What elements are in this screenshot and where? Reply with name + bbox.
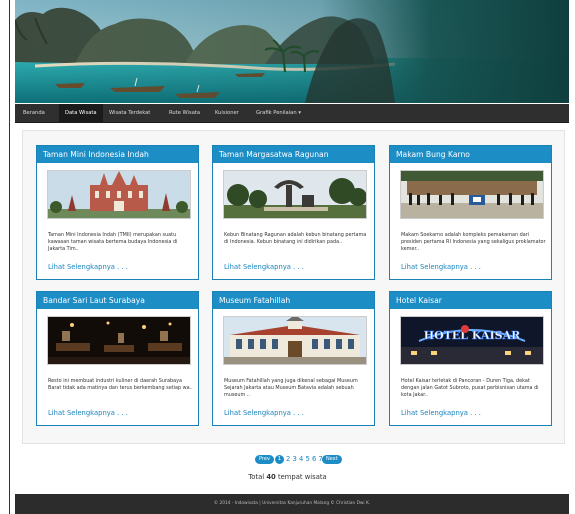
- card-description: Makam Soekarno adalah kompleks pemakaman…: [401, 232, 546, 253]
- read-more-link[interactable]: Lihat Selengkapnya . . .: [401, 409, 481, 417]
- card-description: Resto ini membuat industri kuliner di da…: [48, 378, 193, 392]
- chevron-down-icon: ▾: [298, 110, 301, 116]
- card-title[interactable]: Taman Mini Indonesia Indah: [37, 146, 198, 163]
- card-title[interactable]: Bandar Sari Laut Surabaya: [37, 292, 198, 309]
- main-navbar: Beranda Data Wisata Wisata Terdekat Rute…: [15, 104, 569, 123]
- card-image[interactable]: HOTEL KAISAR: [400, 316, 544, 365]
- total-prefix: Total: [248, 473, 267, 481]
- nav-item-data-wisata[interactable]: Data Wisata: [59, 104, 103, 122]
- card-title[interactable]: Hotel Kaisar: [390, 292, 551, 309]
- destination-card: Museum Fatahillah Museum Fatahillah yang…: [212, 291, 375, 426]
- card-image[interactable]: [223, 170, 367, 219]
- header-banner: [15, 0, 569, 103]
- page-footer: © 2014 - Indowisata | Universitas Kanjur…: [15, 494, 569, 514]
- nav-item-grafik-penilaian[interactable]: Grafik Penilaian ▾: [256, 104, 301, 122]
- total-suffix: tempat wisata: [275, 473, 327, 481]
- destination-card: Taman Mini Indonesia Indah Taman Mini In…: [36, 145, 199, 280]
- prev-page-button[interactable]: Prev: [255, 455, 274, 464]
- card-image[interactable]: [47, 170, 191, 219]
- card-image[interactable]: [400, 170, 544, 219]
- card-title[interactable]: Makam Bung Karno: [390, 146, 551, 163]
- page-left-border: [9, 0, 10, 514]
- nav-item-grafik-label: Grafik Penilaian: [256, 110, 297, 116]
- read-more-link[interactable]: Lihat Selengkapnya . . .: [48, 263, 128, 271]
- card-title[interactable]: Museum Fatahillah: [213, 292, 374, 309]
- pagination: Prev 1 2 3 4 5 6 7 Next: [0, 455, 575, 465]
- card-image[interactable]: [223, 316, 367, 365]
- nav-item-beranda[interactable]: Beranda: [23, 104, 45, 122]
- page-number-links[interactable]: 2 3 4 5 6 7: [286, 455, 323, 464]
- card-description: Taman Mini Indonesia Indah (TMII) merupa…: [48, 232, 178, 253]
- hotel-sign-text: HOTEL KAISAR: [424, 329, 521, 342]
- destination-card: Hotel Kaisar HOTEL KAISAR Hotel Kaisar t…: [389, 291, 552, 426]
- card-description: Hotel Kaisar terletak di Pancoran - Dure…: [401, 378, 539, 399]
- card-description: Museum Fatahillah yang juga dikenal seba…: [224, 378, 358, 399]
- destination-card: Makam Bung Karno Makam Soekarno adalah k…: [389, 145, 552, 280]
- page-wrapper: Beranda Data Wisata Wisata Terdekat Rute…: [15, 0, 569, 514]
- card-image[interactable]: [47, 316, 191, 365]
- read-more-link[interactable]: Lihat Selengkapnya . . .: [401, 263, 481, 271]
- nav-item-kuisioner[interactable]: Kuisioner: [215, 104, 239, 122]
- read-more-link[interactable]: Lihat Selengkapnya . . .: [224, 409, 304, 417]
- card-description: Kebun Binatang Ragunan adalah kebun bina…: [224, 232, 367, 246]
- read-more-link[interactable]: Lihat Selengkapnya . . .: [224, 263, 304, 271]
- read-more-link[interactable]: Lihat Selengkapnya . . .: [48, 409, 128, 417]
- current-page-button[interactable]: 1: [275, 455, 284, 464]
- content-panel: Taman Mini Indonesia Indah Taman Mini In…: [22, 130, 565, 444]
- total-count: 40: [266, 473, 276, 481]
- destination-card: Taman Margasatwa Ragunan Kebun Binatang …: [212, 145, 375, 280]
- next-page-button[interactable]: Next: [322, 455, 342, 464]
- card-title[interactable]: Taman Margasatwa Ragunan: [213, 146, 374, 163]
- footer-copyright: © 2014 - Indowisata | Universitas Kanjur…: [213, 501, 371, 506]
- total-places-text: Total 40 tempat wisata: [0, 473, 575, 481]
- banner-image: [15, 0, 569, 103]
- destination-card: Bandar Sari Laut Surabaya Resto ini memb…: [36, 291, 199, 426]
- nav-item-wisata-terdekat[interactable]: Wisata Terdekat: [109, 104, 150, 122]
- nav-item-rute-wisata[interactable]: Rute Wisata: [169, 104, 200, 122]
